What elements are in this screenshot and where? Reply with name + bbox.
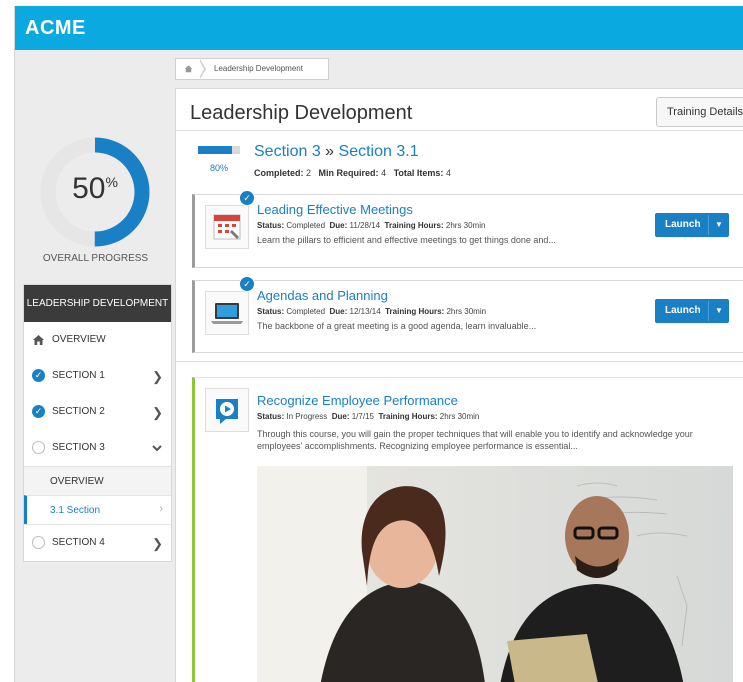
chevron-right-icon: ›: [159, 503, 163, 515]
nav-item-overview[interactable]: OVERVIEW: [24, 322, 171, 358]
item-description: The backbone of a great meeting is a goo…: [257, 321, 537, 331]
nav-item-section-3[interactable]: SECTION 3: [24, 430, 171, 466]
item-title[interactable]: Leading Effective Meetings: [257, 202, 413, 217]
check-circle-icon: ✓: [32, 369, 45, 382]
overall-progress-label: OVERALL PROGRESS: [42, 253, 149, 264]
chevron-right-icon: ❯: [152, 369, 163, 384]
caret-down-icon[interactable]: ▼: [715, 213, 723, 237]
launch-button[interactable]: Launch ▼: [655, 299, 729, 323]
brand-logo[interactable]: ACME: [25, 17, 86, 40]
home-icon[interactable]: [184, 64, 193, 73]
launch-button[interactable]: Launch ▼: [655, 213, 729, 237]
item-title[interactable]: Recognize Employee Performance: [257, 393, 458, 408]
item-title[interactable]: Agendas and Planning: [257, 288, 388, 303]
course-video-thumbnail[interactable]: [257, 466, 733, 682]
course-panel: Leadership Development Training Details …: [175, 88, 743, 682]
chevron-down-icon: [152, 445, 162, 452]
item-meta: Status: Completed Due: 11/28/14 Training…: [257, 221, 486, 230]
section-progress-bar: [198, 146, 240, 154]
course-nav-title: LEADERSHIP DEVELOPMENT: [24, 285, 171, 322]
video-play-icon: [205, 388, 249, 432]
completed-check-icon: ✓: [239, 190, 255, 206]
course-nav: LEADERSHIP DEVELOPMENT OVERVIEW ✓ SECTIO…: [23, 284, 172, 562]
nav-item-section-4[interactable]: SECTION 4 ❯: [24, 524, 171, 561]
section-current: Section 3.1: [338, 143, 419, 160]
app-bar: ACME: [15, 6, 743, 50]
chevron-right-icon: ❯: [152, 405, 163, 420]
completed-check-icon: ✓: [239, 276, 255, 292]
section-parent-link[interactable]: Section 3: [254, 143, 321, 160]
nav-item-section-1[interactable]: ✓ SECTION 1 ❯: [24, 358, 171, 394]
page-title: Leadership Development: [190, 102, 413, 124]
training-item-in-progress: Recognize Employee Performance Status: I…: [192, 377, 743, 682]
training-item-card: ✓ Leading Effective Meetings Status: Com…: [192, 190, 743, 268]
item-meta: Status: Completed Due: 12/13/14 Training…: [257, 307, 487, 316]
section-heading: Section 3 » Section 3.1: [254, 143, 419, 160]
app-window: ACME 50% OVERALL PROGRESS LEADERSHIP DEV…: [14, 6, 743, 682]
home-icon: [33, 335, 44, 345]
check-circle-icon: ✓: [32, 405, 45, 418]
empty-circle-icon: [32, 536, 45, 549]
section-stats: Completed: 2 Min Required: 4 Total Items…: [254, 168, 451, 178]
section-progress-value: 80%: [209, 163, 228, 173]
breadcrumb-item[interactable]: Leadership Development: [214, 64, 303, 73]
training-details-button[interactable]: Training Details: [656, 97, 743, 127]
item-description: Through this course, you will gain the p…: [257, 429, 693, 451]
caret-down-icon[interactable]: ▼: [715, 299, 723, 323]
laptop-icon: [205, 291, 249, 335]
overall-progress-value: 50%: [72, 172, 118, 205]
breadcrumb: Leadership Development: [175, 58, 329, 80]
nav-subitem-3-1-section[interactable]: 3.1 Section ›: [24, 495, 171, 524]
training-item-card: ✓ Agendas and Planning Status: Completed…: [192, 276, 743, 353]
item-description: Learn the pillars to efficient and effec…: [257, 235, 556, 245]
nav-item-section-2[interactable]: ✓ SECTION 2 ❯: [24, 394, 171, 430]
nav-subitem-overview[interactable]: OVERVIEW: [24, 466, 171, 495]
empty-circle-icon: [32, 441, 45, 454]
calendar-icon: [205, 205, 249, 249]
item-meta: Status: In Progress Due: 1/7/15 Training…: [257, 412, 480, 421]
chevron-right-icon: ❯: [152, 536, 163, 551]
